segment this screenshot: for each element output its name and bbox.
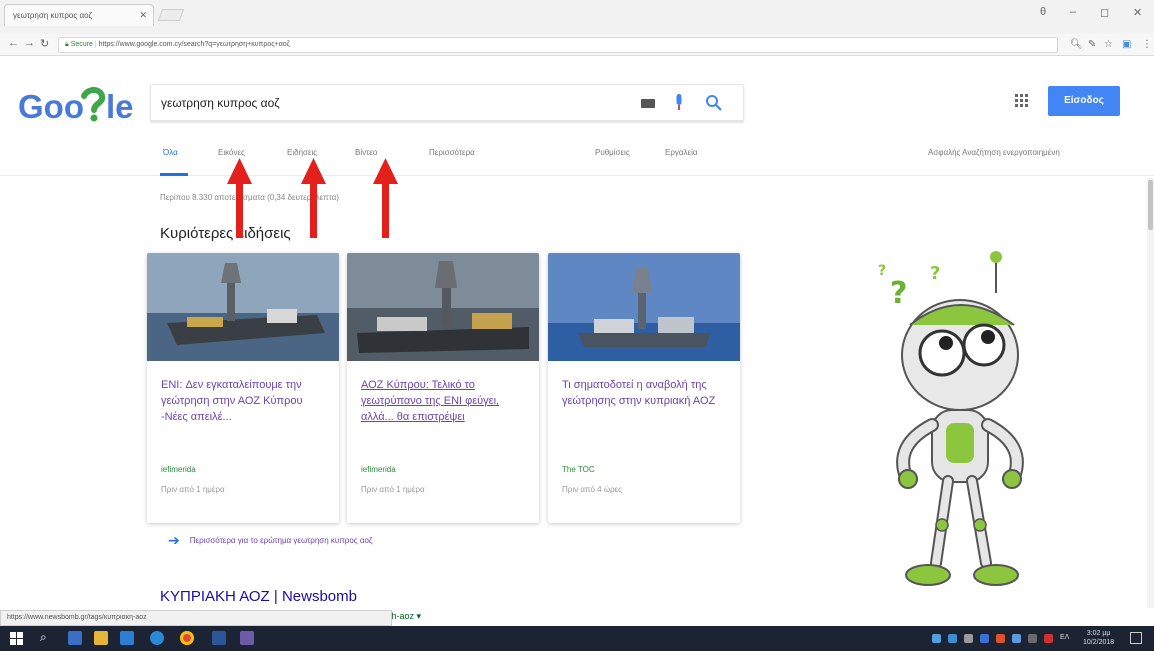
secure-label: Secure (70, 41, 93, 48)
menu-icon[interactable]: ⋮ (1142, 39, 1152, 50)
zoom-icon[interactable]: 🔍︎ (1070, 39, 1083, 50)
logo-letters-goo: Goo (18, 88, 84, 124)
news-time: Πριν από 1 ημέρα (361, 485, 425, 494)
windows-taskbar: ⌕ ΕΛ 3:02 μμ 10/2/2018 (0, 626, 1154, 651)
tray-icon-1[interactable] (932, 634, 941, 643)
browser-tabstrip: γεωτρηση κυπρος αοζ ✕ θ – ◻ ✕ (0, 0, 1154, 34)
tab-more[interactable]: Περισσότερα (429, 148, 475, 157)
news-time: Πριν από 1 ημέρα (161, 485, 225, 494)
safesearch-status[interactable]: Ασφαλής Αναζήτηση ενεργοποιημένη (928, 148, 1060, 157)
page-scrollbar[interactable] (1147, 178, 1154, 608)
tray-icon-7[interactable] (1044, 634, 1053, 643)
tab-images[interactable]: Εικόνες (218, 148, 245, 157)
reload-icon[interactable]: ↻ (40, 37, 49, 50)
url-text: https://www.google.com.cy/search?q=γεωτρ… (98, 41, 290, 48)
back-icon[interactable]: ← (8, 37, 19, 49)
chrome-icon[interactable] (180, 631, 194, 645)
logo-question-mark (81, 87, 106, 113)
question-mark-medium: ? (930, 263, 940, 284)
tab-settings[interactable]: Ρυθμίσεις (595, 148, 630, 157)
arrow-right-icon: ➔ (168, 532, 180, 548)
extension-box-icon[interactable]: ▣ (1122, 39, 1131, 50)
apps-grid-icon[interactable] (1015, 94, 1029, 108)
profile-icon[interactable]: θ (1040, 6, 1046, 18)
news-source: iefimerida (361, 465, 396, 474)
tray-icon-6[interactable] (1012, 634, 1021, 643)
task-view-icon[interactable] (68, 631, 82, 645)
windows-start-icon[interactable] (10, 632, 23, 645)
maximize-icon[interactable]: ◻ (1100, 6, 1109, 19)
search-box[interactable]: γεωτρηση κυπρος αοζ (150, 84, 744, 121)
clock-date: 10/2/2018 (1083, 639, 1115, 646)
news-source: The TOC (562, 465, 595, 474)
keyboard-icon[interactable] (641, 99, 655, 108)
logo-letters-le: le (106, 88, 133, 124)
news-source: iefimerida (161, 465, 196, 474)
tray-icon-3[interactable] (964, 634, 973, 643)
news-card[interactable]: ENI: Δεν εγκαταλείπουμε την γεώτρηση στη… (147, 253, 339, 523)
edge-icon[interactable] (150, 631, 164, 645)
google-logo[interactable]: Goo le (18, 84, 133, 124)
bookmark-star-icon[interactable]: ☆ (1104, 39, 1113, 50)
news-time: Πριν από 4 ώρες (562, 485, 623, 494)
store-icon[interactable] (120, 631, 134, 645)
news-card[interactable]: ΑΟΖ Κύπρου: Τελικό το γεωτρύπανο της ENI… (347, 253, 539, 523)
word-icon[interactable] (212, 631, 226, 645)
taskbar-search-icon[interactable]: ⌕ (40, 630, 47, 645)
search-icon[interactable] (705, 94, 723, 112)
notifications-icon[interactable] (1130, 632, 1142, 644)
more-news-label: Περισσότερα για το ερώτημα γεωτρηση κυπρ… (189, 536, 373, 545)
news-image-drillship[interactable] (347, 253, 539, 361)
tab-tools[interactable]: Εργαλεία (665, 148, 697, 157)
tab-news[interactable]: Ειδήσεις (287, 148, 317, 157)
tray-icon-2[interactable] (948, 634, 957, 643)
news-headline[interactable]: ΑΟΖ Κύπρου: Τελικό το γεωτρύπανο της ENI… (361, 377, 526, 425)
tab-close-icon[interactable]: ✕ (139, 10, 147, 21)
scrollbar-thumb[interactable] (1148, 180, 1153, 230)
news-image-drillship[interactable] (147, 253, 339, 361)
extension-icon[interactable]: ✎ (1088, 39, 1096, 50)
new-tab-button[interactable] (157, 9, 185, 21)
close-window-icon[interactable]: ✕ (1133, 6, 1142, 19)
news-card[interactable]: Τι σηματοδοτεί η αναβολή της γεώτρησης σ… (548, 253, 740, 523)
news-headline[interactable]: ENI: Δεν εγκαταλείπουμε την γεώτρηση στη… (161, 377, 326, 425)
browser-toolbar: ← → ↻ 🔒︎ Secure | https://www.google.com… (0, 34, 1154, 56)
signin-button[interactable]: Είσοδος (1048, 86, 1120, 116)
tray-icon-5[interactable] (996, 634, 1005, 643)
network-icon[interactable] (1028, 634, 1037, 643)
more-news-link[interactable]: ➔ Περισσότερα για το ερώτημα γεωτρηση κυπ… (168, 532, 372, 549)
status-bar: https://www.newsbomb.gr/tags/κυπριακη-ao… (0, 610, 392, 626)
browser-tab[interactable]: γεωτρηση κυπρος αοζ ✕ (4, 4, 154, 26)
active-tab-indicator (160, 173, 188, 176)
minimize-icon[interactable]: – (1070, 6, 1076, 18)
tab-all[interactable]: Όλα (163, 148, 178, 157)
top-stories-title: Κυριότερες ειδήσεις (160, 225, 291, 242)
tab-videos[interactable]: Βίντεο (355, 148, 377, 157)
file-explorer-icon[interactable] (94, 631, 108, 645)
robot-illustration: ? ? ? (878, 251, 1024, 586)
lock-icon: 🔒︎ (65, 41, 69, 48)
results-stats: Περίπου 8.330 αποτελέσματα (0,34 δευτερό… (160, 193, 339, 202)
tab-title: γεωτρηση κυπρος αοζ (13, 11, 93, 20)
question-mark-small: ? (878, 263, 886, 279)
forward-icon[interactable]: → (24, 37, 35, 49)
app-icon[interactable] (240, 631, 254, 645)
result-title-link[interactable]: ΚΥΠΡΙΑΚΗ ΑΟΖ | Newsbomb (160, 588, 357, 605)
news-headline[interactable]: Τι σηματοδοτεί η αναβολή της γεώτρησης σ… (562, 377, 727, 409)
language-indicator[interactable]: ΕΛ (1060, 634, 1069, 641)
microphone-icon[interactable] (675, 94, 683, 112)
question-mark-big: ? (890, 276, 907, 311)
search-input[interactable]: γεωτρηση κυπρος αοζ (161, 96, 280, 110)
search-tabs: Όλα Εικόνες Ειδήσεις Βίντεο Περισσότερα … (0, 140, 1154, 176)
system-clock[interactable]: 3:02 μμ 10/2/2018 (1083, 629, 1114, 647)
tray-icon-4[interactable] (980, 634, 989, 643)
clock-time: 3:02 μμ (1086, 630, 1111, 637)
address-bar[interactable]: 🔒︎ Secure | https://www.google.com.cy/se… (58, 37, 1058, 53)
news-image-drillship[interactable] (548, 253, 740, 361)
